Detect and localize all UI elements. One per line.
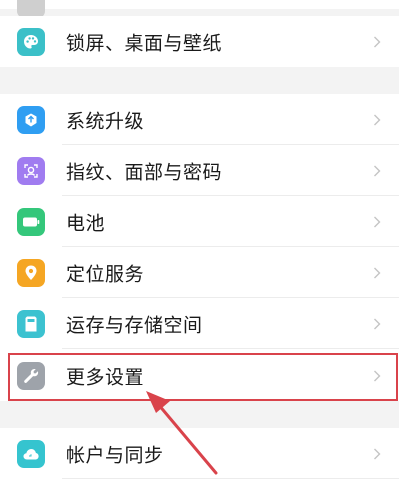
chevron-right-icon (374, 36, 381, 47)
chevron-right-icon (374, 114, 381, 125)
settings-item-accounts-sync[interactable]: 帐户与同步 (0, 428, 399, 479)
settings-group-personalization: 锁屏、桌面与壁纸 (0, 16, 399, 67)
settings-item-more-settings[interactable]: 更多设置 (0, 350, 399, 401)
settings-item-label: 锁屏、桌面与壁纸 (66, 32, 223, 54)
system-update-icon (17, 105, 45, 134)
fingerprint-face-icon (17, 156, 45, 185)
settings-group-system: 系统升级 指纹、面部与密码 电池 定位服务 运存与存储空间 更多设置 (0, 94, 399, 401)
settings-item-label: 电池 (66, 212, 106, 234)
settings-item-label: 帐户与同步 (66, 444, 164, 466)
storage-icon (17, 309, 45, 338)
chevron-right-icon (374, 267, 381, 278)
chevron-right-icon (374, 165, 381, 176)
settings-item-lockscreen-wallpaper[interactable]: 锁屏、桌面与壁纸 (0, 16, 399, 67)
chevron-right-icon (374, 448, 381, 459)
settings-item-label: 指纹、面部与密码 (66, 161, 223, 183)
chevron-right-icon (374, 370, 381, 381)
chevron-right-icon (374, 216, 381, 227)
chevron-right-icon (374, 318, 381, 329)
settings-screen: 锁屏、桌面与壁纸 系统升级 指纹、面部与密码 电池 定位服务 运存与存储空间 更… (0, 0, 399, 488)
wrench-icon (17, 361, 45, 390)
row-divider (62, 348, 399, 349)
location-pin-icon (17, 258, 45, 287)
settings-item-label: 系统升级 (66, 110, 145, 132)
row-divider (62, 478, 399, 479)
battery-icon (17, 207, 45, 236)
palette-icon (17, 27, 45, 56)
settings-item-label: 更多设置 (66, 366, 145, 388)
settings-item-label: 定位服务 (66, 263, 145, 285)
cloud-sync-icon (17, 439, 45, 468)
settings-item-battery[interactable]: 电池 (0, 196, 399, 247)
settings-item-location-service[interactable]: 定位服务 (0, 247, 399, 298)
settings-item-ram-storage[interactable]: 运存与存储空间 (0, 298, 399, 349)
settings-item-label: 运存与存储空间 (66, 314, 203, 336)
settings-item-fingerprint-face-password[interactable]: 指纹、面部与密码 (0, 145, 399, 196)
settings-group-accounts: 帐户与同步 (0, 428, 399, 488)
settings-item-system-update[interactable]: 系统升级 (0, 94, 399, 145)
settings-group-top-partial (0, 0, 399, 18)
